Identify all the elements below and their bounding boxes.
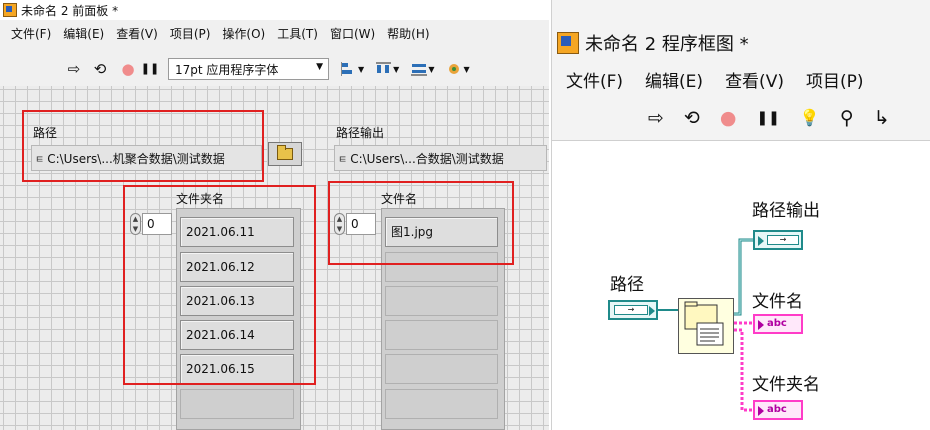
highlight-box-path (22, 110, 264, 182)
bd-path-out-label: 路径输出 (752, 201, 820, 221)
resize-caret-icon: ▼ (428, 64, 435, 74)
align-objects-icon[interactable]: ▼ (341, 59, 364, 79)
menu-window[interactable]: 窗口(W) (324, 25, 381, 42)
resize-objects-icon[interactable]: ▼ (411, 59, 434, 79)
front-panel-menubar: 文件(F) 编辑(E) 查看(V) 项目(P) 操作(O) 工具(T) 窗口(W… (0, 22, 549, 44)
block-diagram-wires (658, 238, 753, 412)
reorder-glyph (449, 64, 460, 74)
wire-folder-name[interactable] (734, 328, 753, 412)
align-caret-icon: ▼ (358, 64, 365, 74)
menu-operate[interactable]: 操作(O) (216, 25, 271, 42)
font-select-value: 17pt 应用程序字体 (175, 62, 279, 77)
path-output-label: 路径输出 (336, 126, 385, 140)
labview-vi-icon (3, 3, 17, 17)
bd-folder-name-label: 文件夹名 (752, 375, 820, 395)
resize-objects-glyph (411, 64, 428, 76)
terminal-output-arrow-icon (649, 306, 655, 316)
font-select[interactable]: 17pt 应用程序字体 ▼ (168, 58, 329, 80)
menu-view[interactable]: 查看(V) (110, 25, 164, 42)
path-glyph-icon: → (767, 235, 799, 245)
path-output-indicator: ㅌ C:\Users\...合数据\测试数据 (334, 145, 547, 171)
menu-tools[interactable]: 工具(T) (271, 25, 324, 42)
file-array-empty-element (385, 354, 498, 384)
reorder-icon[interactable]: ▼ (446, 59, 470, 79)
folder-array-empty-element (180, 389, 294, 419)
distribute-objects-icon[interactable]: ▼ (376, 59, 399, 79)
menu-help[interactable]: 帮助(H) (381, 25, 435, 42)
front-panel-titlebar: 未命名 2 前面板 * (0, 0, 549, 20)
path-out-prefix-icon: ㅌ (338, 154, 348, 166)
file-name-terminal[interactable]: abc (753, 314, 803, 334)
distribute-objects-glyph (376, 62, 392, 73)
strip-path-function-node[interactable] (678, 298, 734, 354)
front-panel-toolbar: ⇨ ⟲ ● ❚❚ 17pt 应用程序字体 ▼ ▼ ▼ ▼ ▼ (0, 56, 549, 82)
string-glyph-icon: abc (767, 404, 787, 415)
distribute-caret-icon: ▼ (393, 64, 400, 74)
align-objects-glyph (341, 62, 352, 76)
path-glyph-icon: → (614, 305, 648, 315)
run-continuously-icon[interactable]: ⟲ (90, 59, 110, 79)
chevron-down-icon: ▼ (316, 62, 323, 72)
reorder-caret-icon: ▼ (463, 64, 470, 74)
strip-path-icon (684, 301, 724, 346)
terminal-input-arrow-icon (758, 236, 764, 246)
front-panel-canvas: 路径 ㅌ C:\Users\...机聚合数据\测试数据 路径输出 ㅌ C:\Us… (0, 86, 549, 430)
run-arrow-icon[interactable]: ⇨ (64, 59, 84, 79)
path-output-terminal[interactable]: → (753, 230, 803, 250)
folder-icon (277, 145, 293, 160)
front-panel-window: 未命名 2 前面板 * 文件(F) 编辑(E) 查看(V) 项目(P) 操作(O… (0, 0, 549, 430)
folder-name-terminal[interactable]: abc (753, 400, 803, 420)
browse-button[interactable] (268, 142, 302, 166)
wire-path-out[interactable] (734, 238, 753, 316)
menu-file[interactable]: 文件(F) (0, 25, 57, 42)
highlight-box-files (328, 181, 514, 265)
bd-path-in-label: 路径 (610, 275, 644, 295)
file-array-empty-element (385, 389, 498, 419)
menu-project[interactable]: 项目(P) (164, 25, 217, 42)
bd-file-name-label: 文件名 (752, 292, 803, 312)
file-array-empty-element (385, 320, 498, 350)
string-glyph-icon: abc (767, 318, 787, 329)
path-control-terminal[interactable]: → (608, 300, 658, 320)
highlight-box-folders (123, 185, 316, 385)
abort-icon[interactable]: ● (118, 59, 138, 79)
pause-icon[interactable]: ❚❚ (140, 59, 160, 79)
file-array-empty-element (385, 286, 498, 316)
terminal-input-arrow-icon (758, 320, 764, 330)
menu-edit[interactable]: 编辑(E) (57, 25, 110, 42)
front-panel-title: 未命名 2 前面板 * (21, 3, 119, 18)
terminal-input-arrow-icon (758, 406, 764, 416)
path-output-value: C:\Users\...合数据\测试数据 (350, 151, 504, 166)
block-diagram-window: 未命名 2 程序框图 * 文件(F) 编辑(E) 查看(V) 项目(P) ⇨ ⟲… (551, 0, 930, 430)
